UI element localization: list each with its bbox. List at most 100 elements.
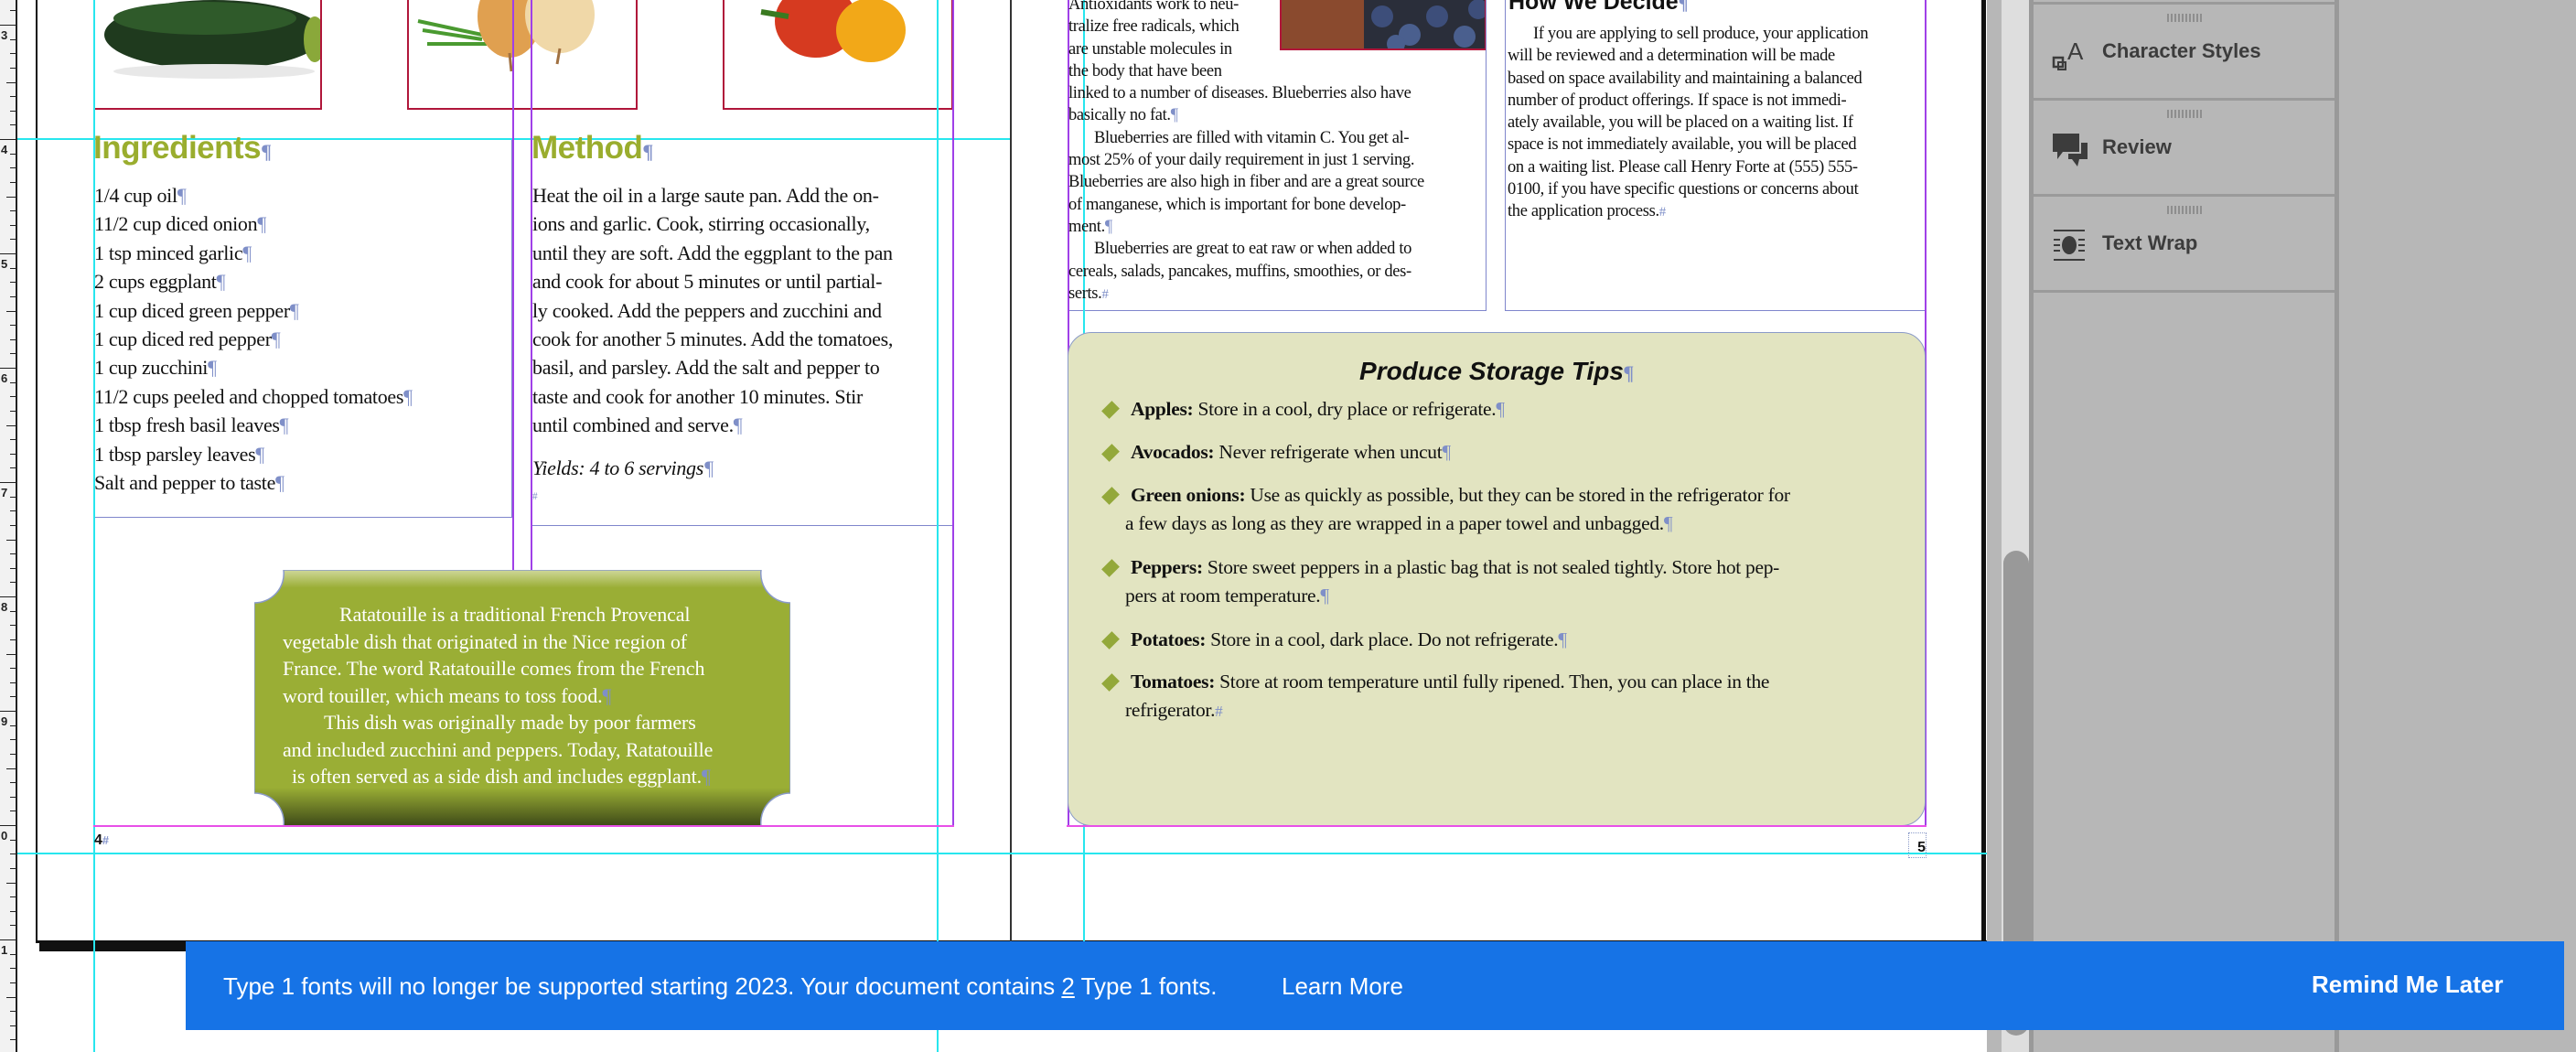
tip-label: Apples: [1131,398,1194,420]
tip-item: Avocados: Never refrigerate when uncut [1068,438,1451,467]
ruler-label: 5 [1,257,8,271]
ruler-tick [10,610,16,612]
vertical-ruler[interactable]: 3 4 5 6 7 8 9 0 1 [0,0,17,1052]
ruler-tick [10,524,16,526]
text-line: of manganese, which is important for bon… [1068,195,1406,214]
ruler-tick [6,196,16,198]
tip-text: Store at room temperature until fully ri… [1219,671,1770,692]
ruler-label: 9 [1,714,8,728]
text-line: ately available, you will be placed on a… [1508,113,1853,133]
ruler-tick [10,439,16,441]
text-line: Blueberries are also high in fiber and a… [1068,173,1424,192]
ingredients-list[interactable]: 1/4 cup oil11/2 cup diced onion1 tsp min… [94,181,413,497]
ruler-tick [10,267,16,269]
page-number-left: 4 [94,832,109,849]
ruler-tick [10,467,16,469]
ruler-tick [6,768,16,769]
ruler-tick [10,668,16,670]
ruler-tick [10,582,16,584]
text-line: word touiller, which means to toss food. [283,682,767,710]
ruler-tick [10,210,16,212]
tip-line: refrigerator. [1068,696,1769,725]
callout-text: Ratatouille is a traditional French Prov… [283,601,767,790]
panel-item-label: Text Wrap [2102,231,2198,254]
text-line: Blueberries are filled with vitamin C. Y… [1094,128,1410,147]
panel-item-text-wrap[interactable]: Text Wrap [2034,197,2334,293]
tip-text: refrigerator. [1125,699,1216,721]
ruler-tick [10,38,16,40]
drag-grip-icon[interactable] [2167,206,2204,214]
guide-vertical[interactable] [937,0,939,1052]
tips-title: Produce Storage Tips [1068,357,1925,386]
text-line: basil, and parsley. Add the salt and pep… [532,356,880,380]
peppers-photo[interactable] [723,0,953,110]
panel-item-label: Review [2102,135,2172,158]
ruler-tick [6,81,16,83]
ruler-tick [10,353,16,355]
pilcrow-mark [261,140,271,163]
tip-text: Store in a cool, dry place or refrigerat… [1197,398,1497,420]
spread-fold [1010,0,1012,941]
ruler-tick [0,25,16,26]
page-left-edge [36,0,38,943]
ruler-tick [10,982,16,983]
ruler-tick [6,539,16,541]
text-line: taste and cook for another 10 minutes. S… [532,384,864,408]
ruler-tick [10,639,16,640]
ruler-tick [10,810,16,812]
text-line: Blueberries are great to eat raw or when… [1094,240,1412,259]
how-we-decide-text[interactable]: If you are applying to sell produce, you… [1508,23,1869,223]
font-count-link[interactable]: 2 [1061,972,1074,1000]
produce-storage-tips-box[interactable]: Produce Storage Tips Apples: Store in a … [1068,332,1926,826]
tip-line: pers at room temperature. [1068,582,1779,610]
ruler-tick [10,67,16,69]
ingredients-heading: Ingredients [93,130,272,166]
tip-line: a few days as long as they are wrapped i… [1068,510,1790,538]
learn-more-link[interactable]: Learn More [1282,972,1403,1001]
panel-item-character-styles[interactable]: A Character Styles [2034,5,2334,101]
ingredient-item: Salt and pepper to taste [94,468,413,497]
tip-label: Tomatoes: [1131,671,1216,692]
text-line: cereals, salads, pancakes, muffins, smoo… [1068,262,1411,281]
ruler-tick [10,1025,16,1026]
ruler-tick [10,10,16,12]
text-line: linked to a number of diseases. Blueberr… [1068,84,1411,103]
ruler-tick [6,310,16,312]
method-text[interactable]: Heat the oil in a large saute pan. Add t… [532,181,893,440]
panel-item-review[interactable]: Review [2034,101,2334,197]
ruler-tick [10,968,16,970]
yields-text[interactable]: Yields: 4 to 6 servings [532,454,714,511]
drag-grip-icon[interactable] [2167,110,2204,118]
text-line: ly cooked. Add the peppers and zucchini … [532,298,882,322]
ruler-tick [10,910,16,912]
tip-line: Peppers: Store sweet peppers in a plasti… [1068,553,1779,582]
tip-line: Apples: Store in a cool, dry place or re… [1068,395,1505,424]
ruler-tick [10,625,16,627]
onions-photo[interactable] [407,0,638,110]
zucchini-photo[interactable] [93,0,322,110]
end-of-story-mark [532,482,714,510]
text-line: most 25% of your daily requirement in ju… [1068,151,1415,170]
ruler-label: 1 [1,943,8,957]
tip-line: Avocados: Never refrigerate when uncut [1068,438,1451,467]
text-line: 0100, if you have specific questions or … [1508,180,1859,199]
tip-label: Green onions: [1131,484,1246,506]
ruler-tick [10,1039,16,1041]
tip-text: Store sweet peppers in a plastic bag tha… [1207,556,1780,578]
text-line: serts. [1068,283,1424,305]
text-line: Ratatouille is a traditional French Prov… [339,603,691,626]
remind-me-later-button[interactable]: Remind Me Later [2312,971,2504,999]
blueberries-text[interactable]: Antioxidants work to neu-tralize free ra… [1068,0,1424,305]
guide-horizontal[interactable] [17,853,2002,854]
ruler-tick [10,510,16,512]
text-line: vegetable dish that originated in the Ni… [283,629,687,653]
ruler-tick [10,239,16,241]
ingredient-item: 1 cup diced green pepper [94,296,413,325]
ruler-tick [10,181,16,183]
ratatouille-callout[interactable]: Ratatouille is a traditional French Prov… [254,570,790,826]
ruler-tick [10,896,16,898]
page-number-right: 5 [1908,832,1927,858]
drag-grip-icon[interactable] [2167,14,2204,22]
text-line: If you are applying to sell produce, you… [1533,25,1869,43]
ingredient-item: 1/4 cup oil [94,181,413,209]
